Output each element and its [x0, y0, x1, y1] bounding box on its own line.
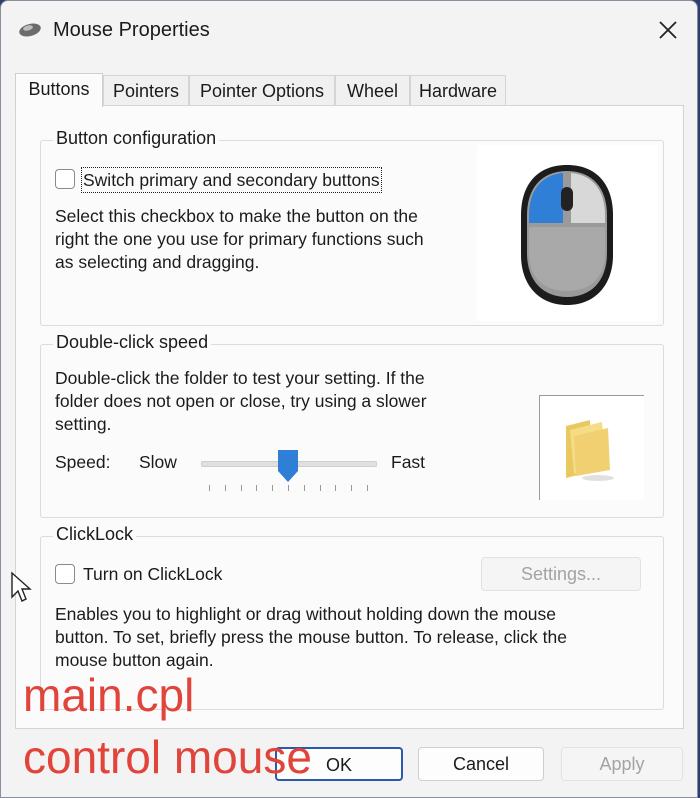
clicklock-description-line3: mouse button again.	[55, 650, 214, 670]
window-title: Mouse Properties	[53, 19, 210, 41]
apply-button[interactable]: Apply	[561, 747, 683, 781]
mouse-cursor-icon	[11, 571, 32, 602]
slider-tick	[224, 485, 226, 491]
clicklock-label[interactable]: Turn on ClickLock	[83, 563, 222, 585]
buttons-tab-panel: Button configuration Switch primary and …	[15, 105, 684, 729]
fast-label: Fast	[391, 452, 426, 472]
folder-icon	[566, 420, 614, 481]
tab-wheel[interactable]: Wheel	[335, 75, 410, 105]
mouse-illustration-icon	[521, 165, 613, 305]
slider-tick	[256, 485, 258, 491]
clicklock-checkbox[interactable]	[55, 564, 75, 584]
test-folder-area[interactable]	[539, 395, 644, 500]
double-click-description-line3: setting.	[55, 414, 112, 434]
slow-label: Slow	[139, 452, 177, 472]
speed-slider-thumb[interactable]	[277, 449, 299, 483]
speed-label: Speed:	[55, 452, 111, 472]
clicklock-description-line2: button. To set, briefly press the mouse …	[55, 627, 567, 647]
cancel-button[interactable]: Cancel	[418, 747, 544, 781]
title-bar: Mouse Properties	[1, 1, 697, 61]
tab-hardware[interactable]: Hardware	[410, 75, 506, 105]
tab-buttons[interactable]: Buttons	[15, 73, 103, 107]
slider-tick	[288, 485, 289, 491]
slider-tick	[240, 485, 242, 491]
clicklock-description-line1: Enables you to highlight or drag without…	[55, 604, 557, 624]
button-config-description-line2: right the one you use for primary functi…	[55, 229, 424, 249]
clicklock-settings-button[interactable]: Settings...	[481, 557, 641, 591]
switch-buttons-checkbox[interactable]	[55, 169, 75, 189]
button-configuration-title: Button configuration	[53, 128, 220, 149]
slider-tick	[319, 485, 321, 491]
button-configuration-group: Button configuration Switch primary and …	[40, 128, 664, 326]
slider-tick	[303, 485, 305, 491]
overlay-caption-line1: main.cpl	[23, 669, 195, 721]
mouse-icon	[19, 23, 41, 37]
slider-tick	[209, 485, 210, 491]
double-click-description-line1: Double-click the folder to test your set…	[55, 368, 425, 388]
mouse-preview	[477, 145, 657, 321]
tab-pointers[interactable]: Pointers	[103, 75, 189, 105]
slider-tick	[367, 485, 368, 491]
slider-tick	[272, 485, 274, 491]
tab-pointer-options[interactable]: Pointer Options	[189, 75, 335, 105]
double-click-speed-title: Double-click speed	[53, 332, 212, 353]
slider-tick	[335, 485, 337, 491]
close-button[interactable]	[653, 15, 683, 45]
double-click-description-line2: folder does not open or close, try using…	[55, 391, 427, 411]
button-config-description-line3: as selecting and dragging.	[55, 252, 260, 272]
clicklock-title: ClickLock	[53, 524, 137, 545]
overlay-caption-line2: control mouse	[23, 731, 312, 783]
mouse-properties-window: Mouse Properties Buttons Pointers Pointe…	[0, 0, 698, 798]
double-click-speed-group: Double-click speed Double-click the fold…	[40, 332, 664, 518]
slider-tick	[351, 485, 353, 491]
button-config-description-line1: Select this checkbox to make the button …	[55, 206, 418, 226]
close-icon	[659, 21, 677, 39]
switch-buttons-label[interactable]: Switch primary and secondary buttons	[81, 167, 382, 193]
